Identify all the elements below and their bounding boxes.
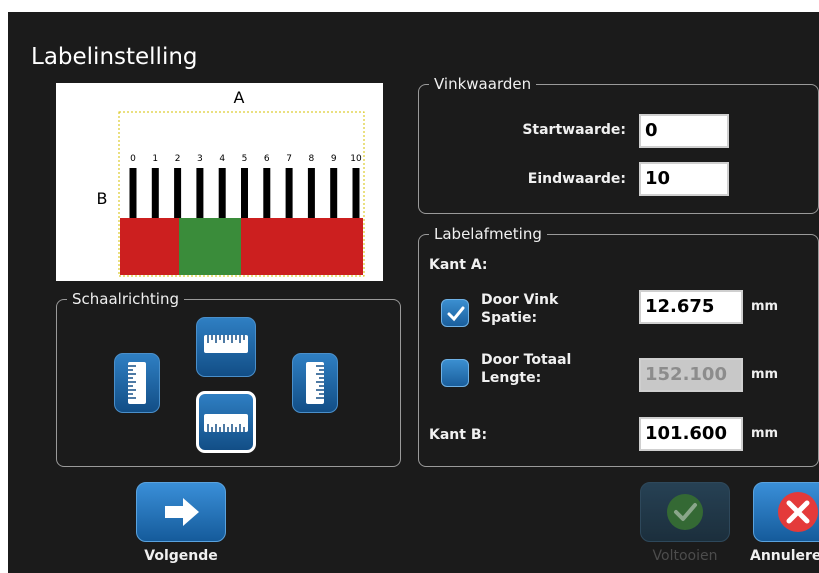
cancel-x-icon	[778, 492, 818, 532]
tick-mark	[129, 168, 137, 218]
dialog-title: Labelinstelling	[31, 44, 198, 70]
tick-values-legend: Vinkwaarden	[429, 74, 537, 94]
by-total-length-label-line1: Door Totaal	[481, 352, 572, 368]
ruler-horizontal-top-icon	[204, 335, 248, 353]
cancel-button[interactable]	[753, 482, 819, 542]
next-button[interactable]	[136, 482, 226, 542]
end-value-label: Eindwaarde:	[527, 171, 626, 187]
tick-label: 4	[219, 154, 225, 164]
ruler-horizontal-bottom-icon	[204, 414, 248, 432]
tick-label: 10	[350, 154, 362, 164]
dialog-panel: Labelinstelling A B 0 1 2 3 4 5 6 7 8 9 10 Schaalr…	[8, 12, 819, 573]
start-value-label: Startwaarde:	[522, 122, 626, 138]
tick-values-group: Vinkwaarden	[418, 74, 819, 214]
finish-button	[640, 482, 730, 542]
tick-spacing-input[interactable]: 12.675	[639, 290, 743, 324]
checkmark-circle-icon	[667, 494, 703, 530]
label-preview: A B 0 1 2 3 4 5 6 7 8 9 10	[56, 83, 383, 281]
end-value-input[interactable]: 10	[639, 162, 729, 196]
tick-label: 5	[242, 154, 248, 164]
checkmark-icon	[447, 306, 465, 322]
side-b-size-label: Kant B:	[429, 427, 488, 443]
tick-label: 7	[286, 154, 292, 164]
by-total-length-checkbox[interactable]	[441, 359, 469, 387]
by-total-length-label: Door Totaal Lengte:	[481, 351, 571, 387]
scale-direction-bottom-button[interactable]	[196, 391, 256, 453]
finish-button-label: Voltooien	[652, 548, 718, 564]
next-button-label[interactable]: Volgende	[126, 548, 236, 564]
tick-mark	[218, 168, 226, 218]
label-band-left	[120, 218, 179, 275]
tick-label: 3	[197, 154, 203, 164]
side-b-input[interactable]: 101.600	[639, 417, 743, 451]
tick-mark	[263, 168, 271, 218]
side-a-label: A	[234, 88, 245, 107]
label-band-middle	[179, 218, 241, 275]
side-b-label: B	[97, 189, 108, 208]
total-length-unit: mm	[751, 367, 779, 382]
tick-label: 0	[130, 154, 136, 164]
ruler-vertical-left-icon	[128, 362, 146, 404]
scale-direction-legend: Schaalrichting	[67, 289, 184, 309]
tick-label: 8	[309, 154, 315, 164]
by-tick-spacing-label-line2: Spatie:	[481, 310, 538, 326]
tick-mark	[352, 168, 360, 218]
total-length-input: 152.100	[639, 358, 743, 392]
tick-mark	[241, 168, 248, 218]
side-a-size-label: Kant A:	[429, 257, 488, 273]
tick-label: 1	[152, 154, 158, 164]
tick-spacing-unit: mm	[751, 299, 779, 314]
scale-direction-left-button[interactable]	[114, 353, 160, 413]
by-tick-spacing-label: Door Vink Spatie:	[481, 291, 558, 327]
tick-mark	[307, 168, 315, 218]
tick-mark	[285, 168, 293, 218]
label-preview-graphic: A B 0 1 2 3 4 5 6 7 8 9 10	[97, 88, 365, 277]
tick-label: 6	[264, 154, 270, 164]
by-total-length-label-line2: Lengte:	[481, 370, 542, 386]
ruler-vertical-right-icon	[306, 362, 324, 404]
start-value-input[interactable]: 0	[639, 114, 729, 148]
tick-label: 2	[175, 154, 181, 164]
arrow-right-icon	[165, 498, 199, 526]
tick-mark	[196, 168, 204, 218]
label-size-legend: Labelafmeting	[429, 224, 547, 244]
tick-mark	[330, 168, 338, 218]
side-b-unit: mm	[751, 426, 779, 441]
screen: Labelinstelling A B 0 1 2 3 4 5 6 7 8 9 10 Schaalr…	[0, 0, 819, 573]
by-tick-spacing-label-line1: Door Vink	[481, 292, 559, 308]
scale-direction-right-button[interactable]	[292, 353, 338, 413]
label-band-right	[241, 218, 363, 275]
tick-label: 9	[331, 154, 337, 164]
tick-mark	[151, 168, 159, 218]
scale-direction-top-button[interactable]	[196, 317, 256, 377]
by-tick-spacing-checkbox[interactable]	[441, 299, 469, 327]
tick-mark	[174, 168, 182, 218]
cancel-button-label[interactable]: Annuleren	[750, 548, 819, 564]
